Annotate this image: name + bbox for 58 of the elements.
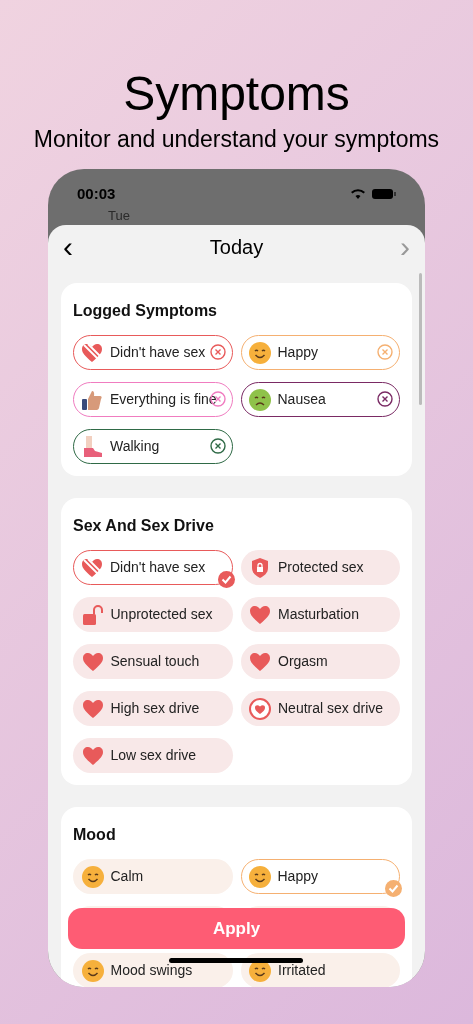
chip-label: Happy [277,343,318,362]
logged-chip[interactable]: Everything is fine [73,382,233,417]
battery-icon [372,188,396,201]
remove-icon[interactable] [209,438,226,454]
status-time: 00:03 [77,184,116,204]
wifi-icon [350,188,366,201]
face-icon [80,958,105,983]
logged-chip[interactable]: Didn't have sex [73,335,233,370]
symptom-chip[interactable]: Neutral sex drive [240,691,400,726]
heart-circle-icon [248,696,272,721]
symptom-chip[interactable]: Orgasm [240,644,400,679]
page-subtitle: Monitor and understand your symptoms [33,125,440,154]
remove-icon[interactable] [377,391,393,407]
logged-chip[interactable]: Nausea [240,382,400,417]
face-icon [247,864,272,889]
chip-label: Nausea [277,390,326,409]
chip-label: Protected sex [278,558,364,577]
chip-label: Neutral sex drive [278,699,384,718]
face-icon [247,340,272,365]
chip-label: Didn't have sex [110,558,206,577]
symptom-chip[interactable]: Irritated [240,953,400,987]
weekday-label: Tue [108,206,130,225]
chip-label: Sensual touch [110,652,200,671]
chip-label: Happy [277,867,318,886]
open-padlock-icon [80,602,105,627]
logged-chip[interactable]: Happy [240,335,400,370]
symptom-chip[interactable]: Didn't have sex [73,550,233,585]
card-title: Sex And Sex Drive [73,516,215,536]
symptom-chip[interactable]: Masturbation [240,597,400,632]
check-icon [385,880,402,897]
symptom-chip[interactable]: High sex drive [73,691,233,726]
chip-label: Calm [110,867,144,886]
chip-label: Low sex drive [110,746,197,765]
symptom-chip[interactable]: Low sex drive [73,738,233,773]
card-title: Mood [73,825,117,845]
logged-chip[interactable]: Walking [73,429,233,464]
chip-label: High sex drive [110,699,200,718]
chip-label: Everything is fine [110,390,217,409]
chip-label: Walking [110,437,160,456]
face-icon [247,387,272,412]
chip-label: Orgasm [278,652,328,671]
symptom-chip[interactable]: Protected sex [240,550,400,585]
symptom-chip[interactable]: Sensual touch [73,644,233,679]
check-icon [217,571,235,588]
symptom-chip[interactable]: Calm [73,859,233,894]
symptom-chip[interactable]: Happy [240,859,400,894]
card-title: Logged Symptoms [73,301,218,321]
chip-label: Didn't have sex [110,343,206,362]
chip-label: Unprotected sex [110,605,213,624]
symptom-chip[interactable]: Mood swings [73,953,233,987]
sheet-title: Today [209,235,264,260]
chip-label: Irritated [278,961,326,980]
symptom-chip[interactable]: Unprotected sex [73,597,233,632]
chip-label: Mood swings [110,961,193,980]
face-icon [80,864,105,889]
page-title: Symptoms [123,66,350,122]
chip-label: Masturbation [278,605,359,624]
back-button[interactable]: ‹ [58,232,78,262]
